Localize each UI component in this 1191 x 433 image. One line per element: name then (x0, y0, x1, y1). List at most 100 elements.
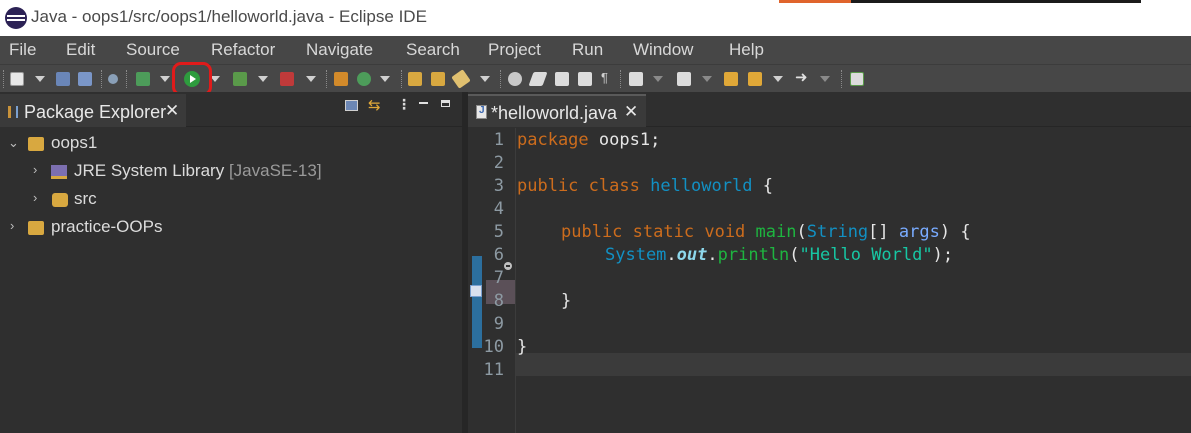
line-number: 7 (493, 268, 504, 288)
java-project-icon (28, 137, 44, 151)
menu-edit[interactable]: Edit (66, 40, 95, 60)
editor-tab-label: *helloworld.java (491, 103, 618, 123)
search-dropdown-icon[interactable] (480, 76, 490, 82)
chevron-down-icon[interactable]: ⌄ (8, 135, 19, 151)
debug-icon[interactable] (136, 72, 150, 86)
new-java-package-icon[interactable] (334, 72, 348, 86)
window-title: Java - oops1/src/oops1/helloworld.java -… (31, 7, 427, 26)
menu-window[interactable]: Window (633, 40, 693, 60)
debug-dropdown-icon[interactable] (160, 76, 170, 82)
menu-refactor[interactable]: Refactor (211, 40, 275, 60)
forward-icon[interactable]: ➜ (795, 68, 809, 86)
save-all-icon[interactable] (78, 72, 92, 86)
toolbar-separator (126, 70, 127, 88)
line-number: 8 (493, 291, 504, 311)
new-class-dropdown-icon[interactable] (380, 76, 390, 82)
toolbar-separator (101, 70, 102, 88)
code-editor[interactable]: package oops1; public class helloworld {… (516, 128, 1191, 433)
line-number: 11 (483, 360, 504, 380)
menu-search[interactable]: Search (406, 40, 460, 60)
line-number: 1 (493, 130, 504, 150)
collapse-all-icon[interactable] (345, 100, 358, 111)
line-number-ruler: 1 2 3 4 5 6 7 8 9 10 11 (468, 128, 515, 433)
title-accent-dark (851, 0, 1141, 3)
tab-package-explorer[interactable]: Package Explorer ✕ (0, 94, 186, 127)
skip-breakpoints-icon[interactable] (108, 74, 118, 84)
show-whitespace-icon[interactable]: ¶ (601, 70, 615, 85)
tree-item-oops1[interactable]: oops1 (51, 133, 97, 153)
coverage-icon[interactable] (233, 72, 247, 86)
menu-bar: File Edit Source Refactor Navigate Searc… (0, 36, 1191, 64)
line-number: 9 (493, 314, 504, 334)
code-line-10: } (517, 337, 528, 357)
eclipse-logo-icon (5, 7, 27, 29)
mark-occurrences-icon[interactable] (528, 72, 548, 86)
save-icon[interactable] (56, 72, 70, 86)
block-selection-icon[interactable] (578, 72, 592, 86)
chevron-right-icon[interactable]: › (33, 162, 37, 177)
minimize-icon[interactable] (419, 102, 428, 104)
source-folder-icon (52, 193, 68, 207)
menu-navigate[interactable]: Navigate (306, 40, 373, 60)
tree-item-src[interactable]: src (74, 189, 97, 209)
run-button-highlight (172, 62, 212, 96)
open-type-icon[interactable] (408, 72, 422, 86)
back-dropdown-icon[interactable] (773, 76, 783, 82)
current-line-highlight (516, 353, 1191, 376)
menu-help[interactable]: Help (729, 40, 764, 60)
previous-annotation-dropdown-icon[interactable] (702, 76, 712, 82)
chevron-right-icon[interactable]: › (10, 218, 14, 233)
toolbar-separator (326, 70, 327, 88)
package-explorer-view: Package Explorer ✕ ⇆ ⋮ ⌄ oops1 › JRE Sys… (0, 92, 462, 433)
last-edit-location-icon[interactable] (724, 72, 738, 86)
code-line-1: package oops1; (517, 130, 661, 150)
toolbar-separator (500, 70, 501, 88)
menu-project[interactable]: Project (488, 40, 541, 60)
next-annotation-dropdown-icon[interactable] (653, 76, 663, 82)
view-menu-icon[interactable]: ⋮ (397, 96, 411, 113)
title-accent-orange (779, 0, 851, 3)
close-package-explorer-icon[interactable]: ✕ (165, 101, 179, 121)
tab-helloworld-java[interactable]: *helloworld.java ✕ (468, 94, 646, 127)
next-annotation-icon[interactable] (629, 72, 643, 86)
toolbar-separator (401, 70, 402, 88)
chevron-right-icon[interactable]: › (33, 190, 37, 205)
code-line-8: } (561, 291, 572, 311)
perspective-icon[interactable] (850, 72, 864, 86)
coverage-dropdown-icon[interactable] (258, 76, 268, 82)
code-line-5: public static void main(String[] args) { (561, 222, 971, 242)
line-number: 5 (493, 222, 504, 242)
toggle-word-wrap-icon[interactable] (555, 72, 569, 86)
menu-run[interactable]: Run (572, 40, 603, 60)
tree-item-practice-oops[interactable]: practice-OOPs (51, 217, 162, 237)
external-tools-icon[interactable] (280, 72, 294, 86)
tree-item-jre-system-library[interactable]: JRE System Library [JavaSE-13] (74, 161, 322, 181)
new-java-class-icon[interactable] (357, 72, 371, 86)
new-dropdown-icon[interactable] (35, 76, 45, 82)
link-with-editor-icon[interactable]: ⇆ (368, 96, 381, 114)
line-number: 6 (493, 245, 504, 265)
back-icon[interactable] (748, 72, 762, 86)
maximize-icon[interactable] (441, 100, 450, 107)
toolbar-separator (620, 70, 621, 88)
line-number: 2 (493, 153, 504, 173)
line-number: 3 (493, 176, 504, 196)
fold-collapse-icon[interactable] (504, 262, 512, 270)
annotation-icon[interactable] (508, 72, 522, 86)
title-bar: Java - oops1/src/oops1/helloworld.java -… (0, 0, 1191, 36)
external-tools-dropdown-icon[interactable] (306, 76, 316, 82)
new-icon[interactable] (10, 72, 24, 86)
package-explorer-title: Package Explorer (24, 102, 167, 122)
menu-file[interactable]: File (9, 40, 36, 60)
jre-version-label: [JavaSE-13] (228, 161, 322, 180)
package-explorer-icon (8, 106, 18, 118)
close-editor-icon[interactable]: ✕ (624, 102, 638, 122)
open-task-icon[interactable] (431, 72, 445, 86)
search-icon[interactable] (451, 69, 471, 89)
previous-annotation-icon[interactable] (677, 72, 691, 86)
line-number: 4 (493, 199, 504, 219)
line-number: 10 (483, 337, 504, 357)
toolbar-separator (841, 70, 842, 88)
forward-dropdown-icon[interactable] (820, 76, 830, 82)
menu-source[interactable]: Source (126, 40, 180, 60)
